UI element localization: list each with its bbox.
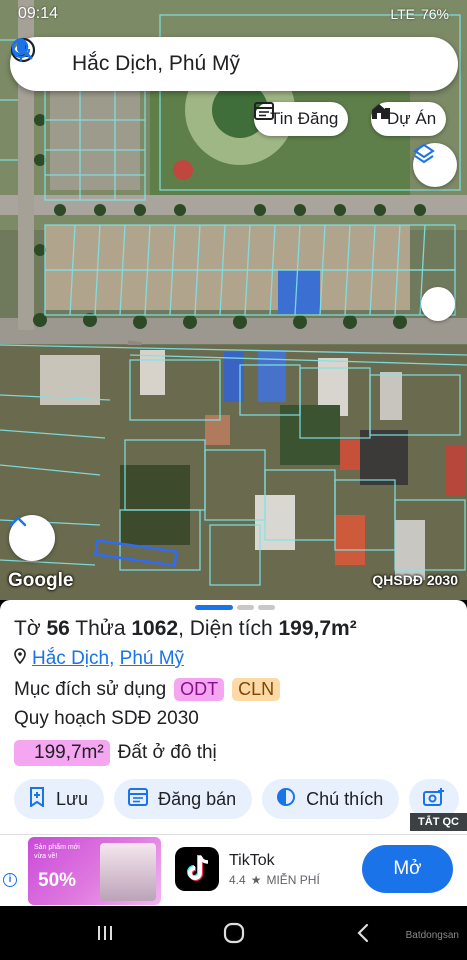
ad-meta: 4.4 ★ MIỄN PHÍ (229, 873, 320, 887)
hide-ads-badge[interactable]: TẮT QC (410, 813, 467, 831)
ad-price: MIỄN PHÍ (266, 873, 320, 887)
location-pin-icon (14, 648, 26, 670)
tiktok-icon[interactable] (175, 847, 219, 891)
save-label: Lưu (56, 788, 89, 809)
status-bar: 09:14 LTE 76% (0, 0, 467, 28)
parcel-location: Hắc Dịch, Phú Mỹ (14, 648, 184, 670)
search-query[interactable]: Hắc Dịch, Phú Mỹ (72, 52, 358, 76)
land-purpose: Mục đích sử dụng ODT CLN (14, 678, 281, 701)
parcel-info-sheet: Tờ 56 Thửa 1062, Diện tích 199,7m² Hắc D… (0, 600, 467, 834)
add-photo-icon (423, 787, 445, 812)
parcel-title: Tờ 56 Thửa 1062, Diện tích 199,7m² (14, 617, 357, 641)
map-view[interactable]: 09:14 LTE 76% Hắc Dịch, Phú Mỹ Tin Đăng … (0, 0, 467, 600)
legend-label: Chú thích (306, 788, 384, 809)
city-link[interactable]: Phú Mỹ (120, 648, 184, 669)
network-label: LTE (390, 6, 415, 22)
action-buttons: Lưu Đăng bán Chú thích (14, 779, 460, 819)
microphone-icon[interactable] (11, 38, 442, 78)
map-handle[interactable] (421, 287, 455, 321)
search-icon[interactable] (11, 38, 400, 78)
google-attribution: Google (8, 570, 74, 591)
ad-creative[interactable]: Sản phẩm mới vừa về! 50% (28, 837, 161, 905)
ad-banner[interactable]: i Sản phẩm mới vừa về! 50% TikTok 4.4 ★ … (0, 834, 467, 906)
recents-icon[interactable] (85, 913, 125, 953)
du-an-label: Dự Án (387, 109, 437, 128)
pager-dot-3[interactable] (258, 605, 275, 610)
to-number: 56 (46, 617, 70, 640)
ad-discount: 50% (38, 870, 77, 891)
plan-area-badge: 199,7m² (14, 740, 110, 766)
ad-info-icon[interactable]: i (3, 873, 17, 887)
area-label: , Diện tích (178, 617, 273, 640)
purpose-label: Mục đích sử dụng (14, 678, 167, 700)
listing-icon (128, 787, 149, 811)
plan-use-label: Đất ở đô thị (117, 742, 217, 763)
ad-app-name: TikTok (229, 852, 275, 869)
bookmark-add-icon (28, 786, 46, 812)
thua-label: Thửa (75, 617, 126, 640)
ad-rating: 4.4 (229, 873, 246, 887)
tin-dang-label: Tin Đăng (270, 109, 339, 128)
system-nav-bar (0, 906, 467, 960)
ward-link[interactable]: Hắc Dịch (32, 648, 109, 669)
ad-open-button[interactable]: Mở (362, 845, 453, 893)
odt-badge: ODT (174, 678, 225, 701)
expand-button[interactable] (9, 515, 55, 561)
status-indicators: LTE 76% (390, 6, 449, 22)
star-icon: ★ (250, 873, 262, 887)
back-icon[interactable] (343, 913, 383, 953)
to-label: Tờ (14, 617, 41, 640)
plan-title: Quy hoạch SDĐ 2030 (14, 708, 199, 729)
home-icon[interactable] (214, 913, 254, 953)
legend-button[interactable]: Chú thích (262, 779, 400, 819)
planning-layer-label: QHSDĐ 2030 (372, 572, 458, 588)
watermark: Batdongsan (405, 930, 459, 941)
ad-promo-text: Sản phẩm mới vừa về! (34, 844, 80, 860)
ad-product-image (100, 843, 156, 901)
post-sale-button[interactable]: Đăng bán (114, 779, 253, 819)
post-sale-label: Đăng bán (158, 788, 237, 809)
sheet-pager[interactable] (195, 605, 275, 610)
contrast-icon (276, 787, 296, 812)
area-value: 199,7m² (278, 617, 357, 640)
tin-dang-chip[interactable]: Tin Đăng (254, 102, 349, 136)
thua-number: 1062 (131, 617, 179, 640)
pager-dot-1[interactable] (195, 605, 233, 610)
battery-label: 76% (420, 6, 449, 22)
save-button[interactable]: Lưu (14, 779, 105, 819)
status-time: 09:14 (18, 5, 59, 22)
pager-dot-2[interactable] (237, 605, 254, 610)
search-bar[interactable]: Hắc Dịch, Phú Mỹ (10, 37, 458, 91)
plan-area-row: 199,7m² Đất ở đô thị (14, 740, 217, 766)
layers-button[interactable] (413, 143, 457, 187)
du-an-chip[interactable]: Dự Án (371, 102, 447, 136)
cln-badge: CLN (232, 678, 281, 701)
location-separator: , (109, 648, 115, 669)
